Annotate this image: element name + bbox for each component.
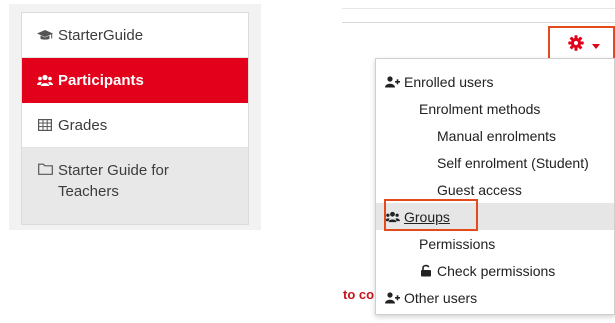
- menu-item-self-enrolment[interactable]: Self enrolment (Student): [376, 149, 614, 176]
- menu-item-label: Enrolled users: [404, 73, 494, 90]
- nav-item-grades[interactable]: Grades: [22, 103, 248, 148]
- users-icon: [37, 74, 53, 87]
- nav-panel: StarterGuide Participants Grades Starter…: [9, 4, 261, 230]
- users-icon: [385, 211, 400, 223]
- nav-item-label: StarterGuide: [58, 26, 144, 44]
- nav-item-participants[interactable]: Participants: [22, 58, 248, 103]
- menu-item-label: Other users: [404, 289, 478, 306]
- menu-item-guest-access[interactable]: Guest access: [376, 176, 614, 203]
- menu-item-label: Check permissions: [437, 262, 556, 279]
- menu-item-label: Guest access: [437, 181, 522, 198]
- menu-item-manual-enrolments[interactable]: Manual enrolments: [376, 122, 614, 149]
- folder-icon: [37, 163, 53, 175]
- menu-item-enrolment-methods[interactable]: Enrolment methods: [376, 95, 614, 122]
- graduation-cap-icon: [37, 29, 53, 42]
- nav-list: StarterGuide Participants Grades Starter…: [21, 12, 249, 225]
- menu-item-groups[interactable]: Groups: [376, 199, 614, 231]
- nav-item-label: Starter Guide for Teachers: [58, 162, 169, 200]
- chevron-down-icon: [592, 43, 600, 49]
- user-plus-icon: [385, 75, 400, 88]
- menu-item-permissions[interactable]: Permissions: [376, 230, 614, 257]
- nav-item-label: Grades: [58, 116, 108, 134]
- user-plus-icon: [385, 291, 400, 304]
- nav-item-starterguide[interactable]: StarterGuide: [22, 13, 248, 58]
- menu-item-label: Groups: [404, 208, 450, 225]
- partial-page-text: to continue: [343, 287, 374, 302]
- table-icon: [37, 119, 53, 131]
- menu-item-other-users[interactable]: Other users: [376, 284, 614, 311]
- actions-dropdown: Enrolled users Enrolment methods Manual …: [375, 58, 615, 315]
- menu-item-label: Manual enrolments: [437, 127, 557, 144]
- nav-item-starter-guide-for-teachers[interactable]: Starter Guide for Teachers: [22, 148, 248, 224]
- nav-item-label: Participants: [58, 71, 144, 89]
- menu-item-enrolled-users[interactable]: Enrolled users: [376, 68, 614, 95]
- menu-item-label: Permissions: [419, 235, 496, 252]
- gear-icon: [568, 34, 584, 56]
- menu-item-check-permissions[interactable]: Check permissions: [376, 257, 614, 284]
- menu-item-label: Self enrolment (Student): [437, 154, 589, 171]
- page-divider: [342, 8, 615, 9]
- page-divider: [342, 22, 615, 23]
- unlock-icon: [418, 264, 433, 277]
- menu-item-label: Enrolment methods: [419, 100, 541, 117]
